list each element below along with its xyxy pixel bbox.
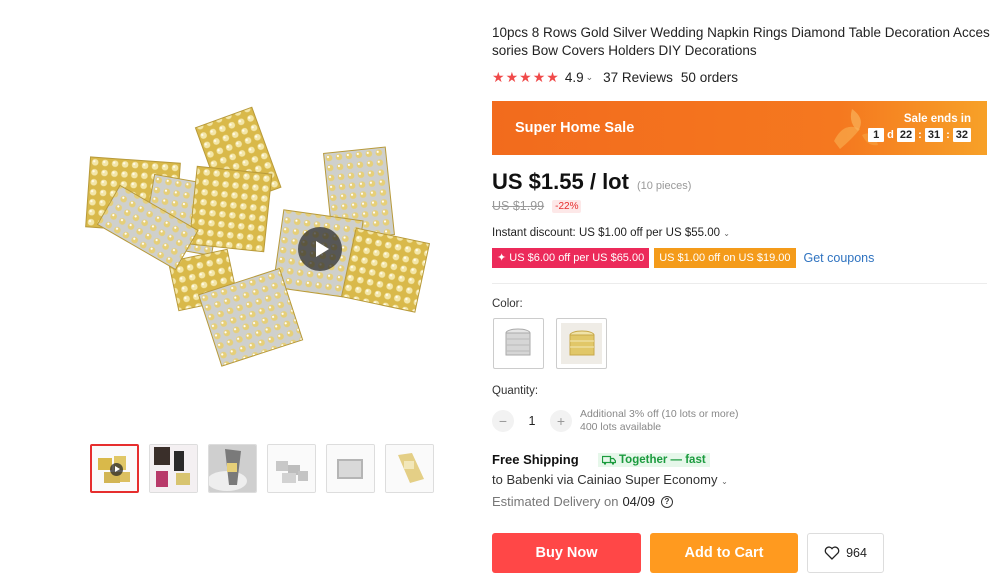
estimated-delivery: Estimated Delivery on 04/09 ? [492,494,673,509]
coupon-store[interactable]: ✦ US $6.00 off per US $65.00 [492,248,650,268]
thumbnail-image [209,445,256,492]
reviews-link[interactable]: 37 Reviews [603,70,673,85]
divider [492,283,987,284]
delivery-label: Estimated Delivery on [492,494,619,509]
silver-ring-image [505,328,531,356]
heart-icon [824,546,840,560]
sale-countdown: Sale ends in 1 d 22 : 31 : 32 [868,113,971,142]
wishlist-count: 964 [846,546,867,560]
sale-title: Super Home Sale [515,120,635,136]
quantity-decrease-button[interactable]: − [492,410,514,432]
thumbnail-image [150,445,197,492]
color-options [493,318,607,369]
play-icon [315,241,329,257]
countdown-hours: 22 [896,128,916,142]
discount-badge: -22% [552,199,582,213]
thumbnail-6[interactable] [385,444,434,493]
quantity-stepper: − 1 + Additional 3% off (10 lots or more… [492,408,739,434]
shipping-method[interactable]: to Babenki via Cainiao Super Economy ⌄ [492,472,728,487]
star-icon: ★ [532,69,546,85]
countdown-days-unit: d [887,129,894,141]
stock-available: 400 lots available [580,421,662,433]
buy-now-button[interactable]: Buy Now [492,533,641,573]
gold-ring-image [561,323,602,364]
shipping-method-text: to Babenki via Cainiao Super Economy [492,472,718,487]
quantity-info: Additional 3% off (10 lots or more) 400 … [580,408,739,434]
countdown-days: 1 [868,128,885,142]
star-icon: ★ [492,69,505,85]
color-option-silver[interactable] [493,318,544,369]
main-product-image[interactable] [58,20,470,432]
instant-discount[interactable]: Instant discount: US $1.00 off per US $5… [492,227,730,239]
delivery-date: 04/09 [622,494,655,509]
thumbnail-2[interactable] [149,444,198,493]
thumbnail-strip [90,444,434,493]
play-video-button[interactable] [298,227,342,271]
caret-icon: ⌄ [723,229,730,238]
sale-ends-label: Sale ends in [903,113,971,125]
rating-stars[interactable]: ★ ★ ★ ★ ★ [492,69,559,85]
shipping-title: Free Shipping [492,452,579,467]
countdown-minutes: 31 [924,128,944,142]
caret-icon[interactable]: ⌄ [586,72,594,83]
truck-icon [602,455,616,465]
quantity-label: Quantity: [492,385,539,397]
original-price-row: US $1.99 -22% [492,199,582,213]
product-title: 10pcs 8 Rows Gold Silver Wedding Napkin … [492,25,990,58]
countdown-separator: : [946,129,950,141]
help-icon[interactable]: ? [661,495,673,508]
quantity-increase-button[interactable]: + [550,410,572,432]
color-option-gold[interactable] [556,318,607,369]
countdown-separator: : [918,129,922,141]
caret-icon: ⌄ [721,477,728,486]
thumbnail-image [327,445,374,492]
sale-banner[interactable]: Super Home Sale Sale ends in 1 d 22 : 31… [492,101,987,155]
color-label: Color: [492,298,523,310]
thumbnail-image [386,445,433,492]
rating-value[interactable]: 4.9 [565,70,584,85]
instant-discount-text: Instant discount: US $1.00 off per US $5… [492,227,721,239]
play-icon [110,463,123,476]
star-icon: ★ [505,69,519,85]
thumbnail-3[interactable] [208,444,257,493]
quantity-discount-note: Additional 3% off (10 lots or more) [580,408,739,420]
coupons-row: ✦ US $6.00 off per US $65.00 US $1.00 of… [492,248,874,268]
thumbnail-1[interactable] [90,444,139,493]
thumbnail-image [268,445,315,492]
together-badge: Together — fast [598,453,710,467]
star-icon: ★ [546,69,559,85]
price-row: US $1.55 / lot (10 pieces) [492,169,691,195]
thumbnail-5[interactable] [326,444,375,493]
countdown-timer: 1 d 22 : 31 : 32 [868,128,971,142]
thumbnail-4[interactable] [267,444,316,493]
original-price: US $1.99 [492,199,545,213]
wishlist-button[interactable]: 964 [807,533,884,573]
rating-row: ★ ★ ★ ★ ★ 4.9 ⌄ 37 Reviews 50 orders [492,69,738,85]
current-price: US $1.55 / lot [492,169,629,194]
napkin-rings-illustration [85,106,431,367]
together-badge-label: Together — fast [619,454,706,466]
star-icon: ★ [519,69,532,85]
get-coupons-link[interactable]: Get coupons [804,251,875,265]
price-unit-note: (10 pieces) [636,180,692,192]
quantity-input[interactable]: 1 [514,414,550,428]
add-to-cart-button[interactable]: Add to Cart [650,533,798,573]
countdown-seconds: 32 [952,128,971,142]
orders-count: 50 orders [680,69,738,85]
coupon-select[interactable]: US $1.00 off on US $19.00 [654,248,796,268]
